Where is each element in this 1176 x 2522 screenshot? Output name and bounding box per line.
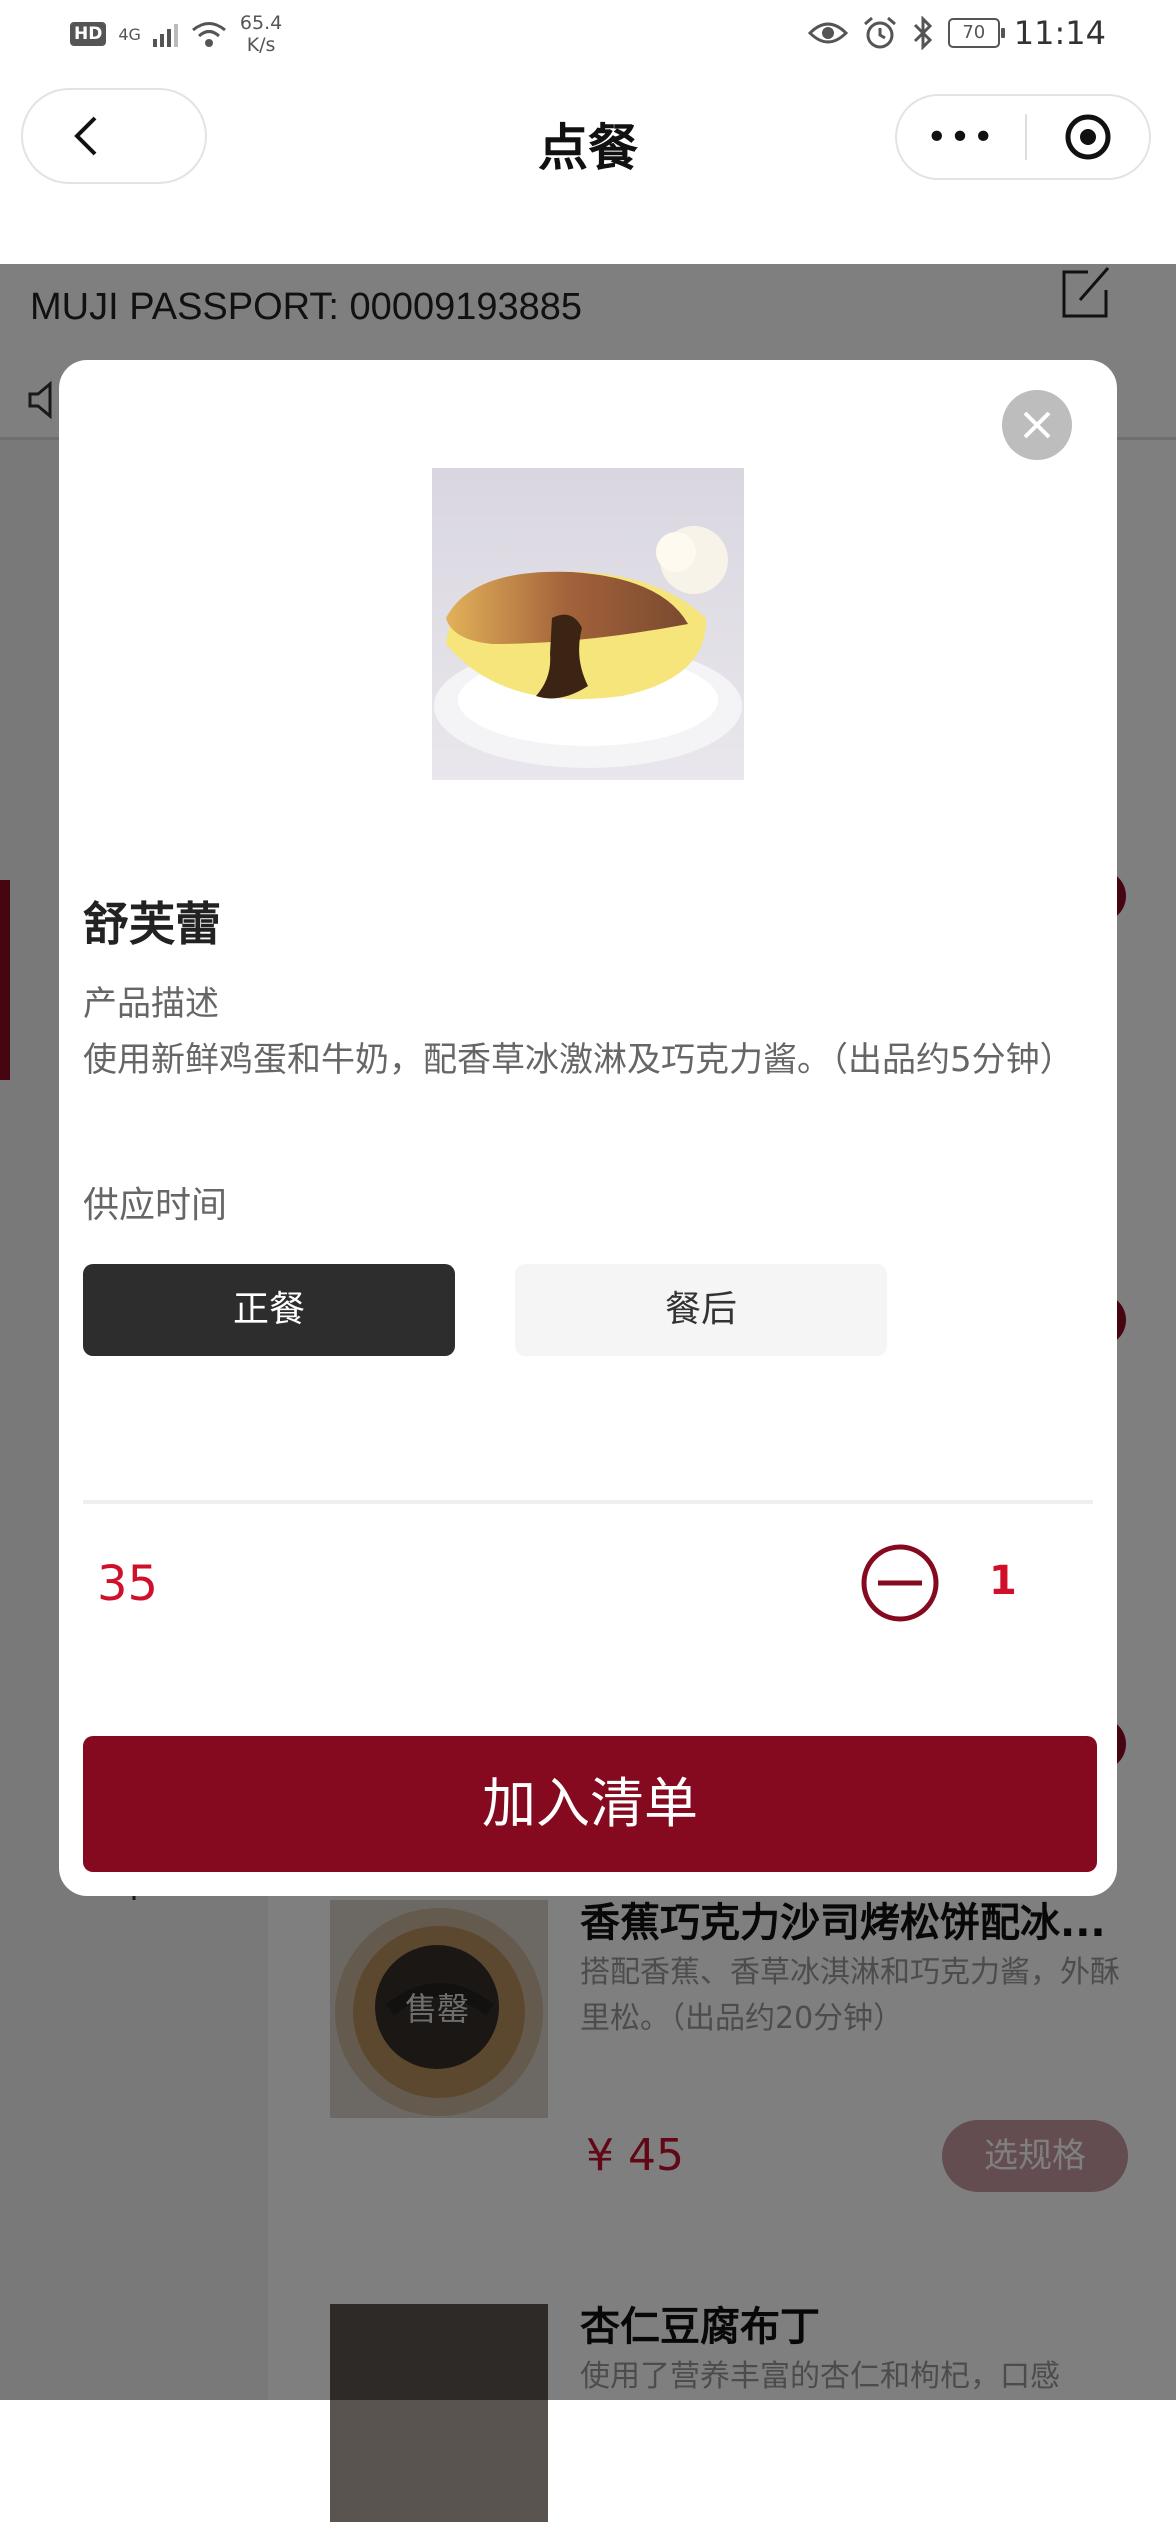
eye-icon (807, 22, 848, 44)
alarm-icon (863, 16, 896, 49)
status-bar: HD 4G 65.4 K/s 70 11:14 (0, 0, 1176, 72)
quantity-value: 1 (989, 1558, 1017, 1604)
product-price: 35 (97, 1556, 159, 1612)
wifi-icon (191, 22, 226, 47)
close-button[interactable] (1002, 390, 1072, 460)
close-icon (1023, 411, 1051, 439)
bluetooth-icon (913, 16, 932, 50)
close-miniprogram-button[interactable] (1027, 112, 1149, 162)
decrease-quantity-button[interactable] (860, 1543, 940, 1623)
more-button[interactable]: ••• (897, 117, 1025, 158)
network-type: 4G (118, 24, 141, 44)
mini-program-capsule: ••• (895, 94, 1151, 180)
product-detail-modal: 舒芙蕾 产品描述 使用新鲜鸡蛋和牛奶，配香草冰激淋及巧克力酱。（出品约5分钟） … (59, 360, 1117, 1896)
battery-icon: 70 (947, 18, 1005, 48)
network-speed: 65.4 K/s (239, 12, 283, 56)
nav-bar: 点餐 ••• (0, 72, 1176, 264)
signal-icon (152, 21, 178, 47)
status-time: 11:14 (1013, 14, 1106, 52)
description-label: 产品描述 (83, 984, 219, 1024)
product-title: 舒芙蕾 (83, 897, 221, 951)
description-text: 使用新鲜鸡蛋和牛奶，配香草冰激淋及巧克力酱。（出品约5分钟） (83, 1040, 1074, 1080)
option-main-course[interactable]: 正餐 (83, 1264, 455, 1356)
option-after-meal[interactable]: 餐后 (515, 1264, 887, 1356)
hd-badge: HD (70, 22, 107, 46)
target-icon (1065, 114, 1111, 160)
add-to-list-button[interactable]: 加入清单 (83, 1736, 1097, 1872)
serving-time-label: 供应时间 (83, 1185, 228, 1226)
souffle-image (432, 468, 744, 780)
divider (83, 1500, 1093, 1504)
